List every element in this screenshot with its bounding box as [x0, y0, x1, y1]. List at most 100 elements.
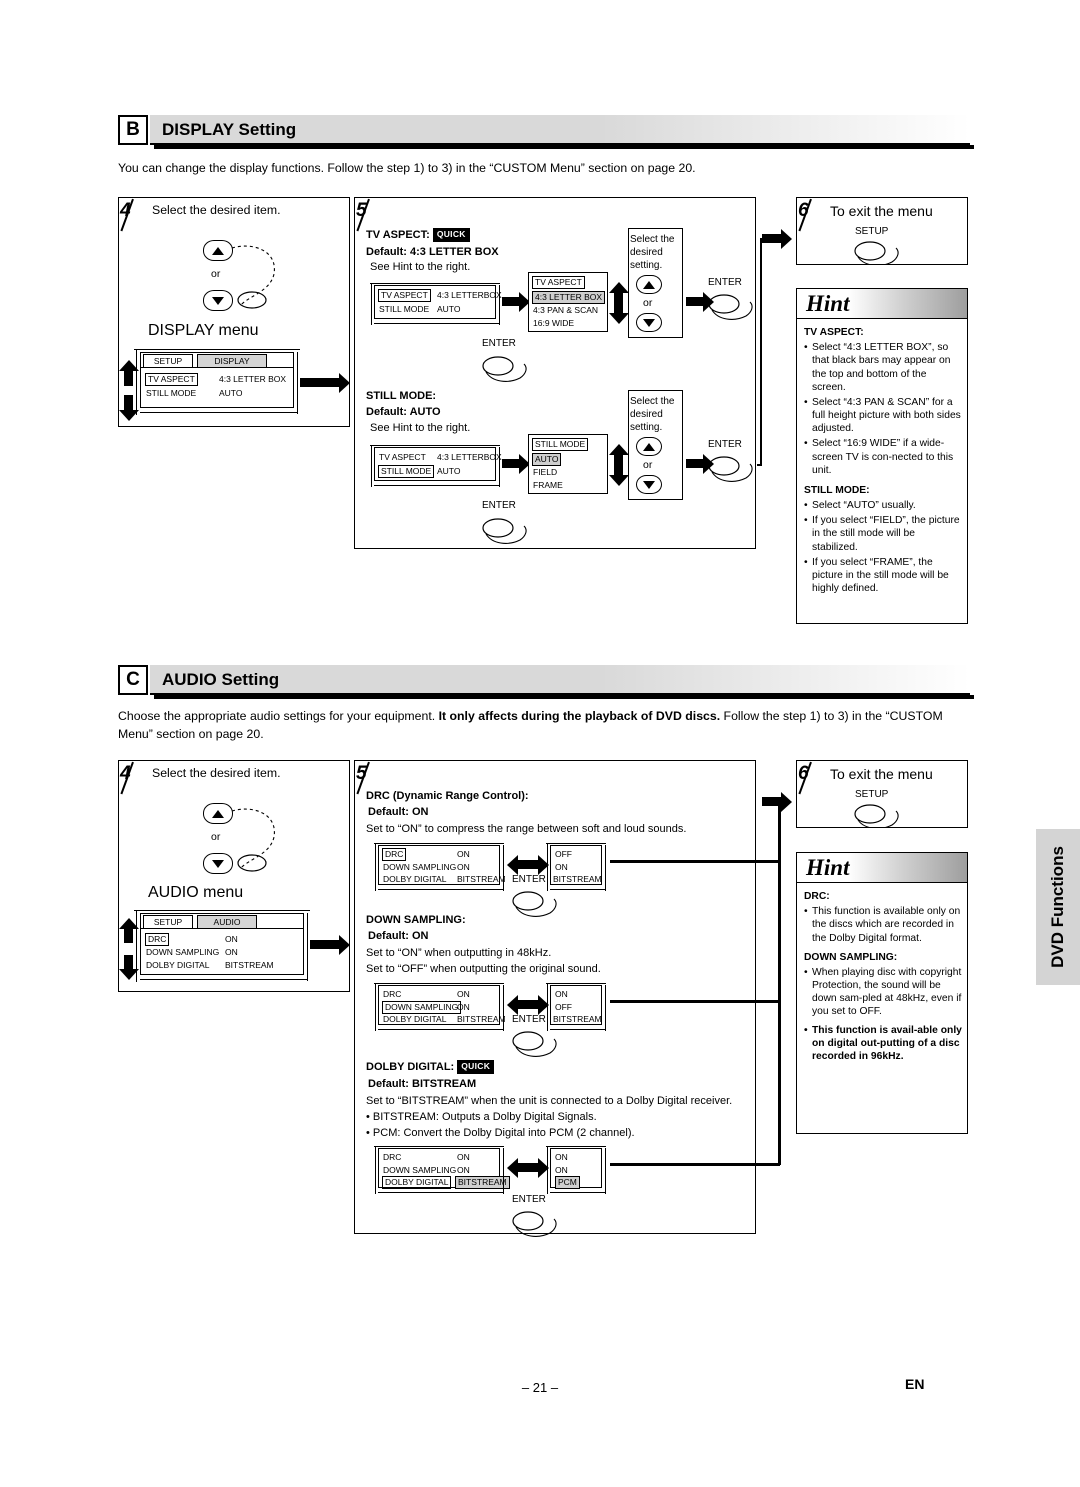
display-item1-select-note: Select the desired setting.	[630, 396, 675, 434]
display-step4-or: or	[211, 268, 221, 280]
quick-badge-dolby-digital: QUICK	[457, 1060, 495, 1074]
display-step5-number: 5	[356, 200, 367, 221]
side-tab-label: DVD Functions	[1048, 846, 1067, 968]
display-item1-arrow-to-options	[502, 453, 530, 474]
audio-connector-2	[610, 1163, 780, 1166]
display-item0-enter-hand[interactable]	[478, 352, 532, 386]
display-osd-row1-name: STILL MODE	[146, 388, 197, 398]
display-item0-osd-row0-name: TV ASPECT	[378, 289, 431, 302]
audio-menu-label: AUDIO menu	[148, 884, 244, 901]
audio-step4-up-button[interactable]	[203, 803, 233, 824]
display-step6-setup-hand[interactable]	[850, 239, 906, 265]
audio-item0-right-row0-value: OFF	[555, 849, 572, 859]
audio-item2-enter-label: ENTER	[512, 1194, 546, 1205]
display-item0-osd-row1-value: AUTO	[437, 304, 461, 314]
audio-arrow-step4-to-5	[310, 934, 350, 955]
display-item0-option2[interactable]: 4:3 PAN & SCAN	[533, 305, 598, 315]
display-item1-option1[interactable]: AUTO	[532, 453, 562, 466]
audio-osd-arrow-up	[118, 918, 139, 943]
display-hint-g0-head: TV ASPECT:	[804, 327, 864, 338]
audio-hint-word: Hint	[806, 855, 850, 880]
audio-step6-setup-hand[interactable]	[850, 802, 906, 828]
audio-item0-enter-label: ENTER	[512, 874, 546, 885]
section-c-title: AUDIO Setting	[162, 670, 280, 689]
display-item0-up-button[interactable]	[636, 275, 662, 294]
display-item1-up-button[interactable]	[636, 437, 662, 456]
audio-item1-desc1: Set to “OFF” when outputting the origina…	[366, 963, 601, 975]
audio-item2-left-row2-name: DOLBY DIGITAL	[382, 1176, 452, 1189]
audio-step6-number: 6	[798, 763, 809, 784]
audio-step4-number: 4	[120, 763, 131, 784]
display-item1-title: STILL MODE:	[366, 390, 437, 402]
display-item0-option1[interactable]: 4:3 LETTER BOX	[532, 291, 606, 304]
audio-item1-left-row0-name: DRC	[383, 989, 402, 999]
display-osd-shadow-bottom	[140, 412, 298, 414]
audio-step4-or: or	[211, 831, 221, 843]
section-c-intro-bold: It only affects during the playback of D…	[438, 709, 721, 723]
display-item0-note: See Hint to the right.	[370, 261, 471, 273]
display-step4-label: Select the desired item.	[152, 203, 281, 217]
display-item1-default: Default: AUTO	[366, 406, 441, 418]
audio-item0-right-row2-value: BITSTREAM	[553, 874, 602, 884]
audio-item1-left-row2-name: DOLBY DIGITAL	[383, 1014, 447, 1024]
display-step4-down-button[interactable]	[203, 290, 233, 311]
display-item0-enter-label: ENTER	[482, 338, 516, 349]
page-language: EN	[905, 1376, 925, 1392]
display-item1-option2[interactable]: FIELD	[533, 467, 557, 477]
audio-item0-left-row2-value: BITSTREAM	[457, 874, 506, 884]
audio-item2-left-row0-value: ON	[457, 1152, 470, 1162]
audio-item2-title-row: DOLBY DIGITAL: QUICK	[366, 1060, 495, 1075]
audio-item0-left-row2-name: DOLBY DIGITAL	[383, 874, 447, 884]
display-osd-screen: SETUP DISPLAY TV ASPECT 4:3 LETTER BOX S…	[140, 352, 294, 408]
audio-item2-desc0: Set to “BITSTREAM” when the unit is conn…	[366, 1095, 733, 1107]
audio-item1-title: DOWN SAMPLING:	[366, 914, 466, 926]
section-b-title: DISPLAY Setting	[162, 120, 297, 139]
audio-item1-left-row2-value: BITSTREAM	[457, 1014, 506, 1024]
display-item0-enter2-hand[interactable]	[704, 290, 758, 326]
display-step4-up-button[interactable]	[203, 240, 233, 261]
audio-item0-enter-hand[interactable]	[508, 888, 562, 920]
audio-hint-body: DRC: This function is available only on …	[804, 887, 962, 1063]
audio-item2-enter-hand[interactable]	[508, 1208, 562, 1240]
display-osd-row0-value: 4:3 LETTER BOX	[219, 374, 287, 384]
display-hint-word: Hint	[806, 291, 850, 316]
display-item1-arrow-to-enter	[686, 453, 714, 474]
display-item1-osd-row0-value: 4:3 LETTERBOX	[437, 452, 502, 462]
audio-item2-osd-left: DRC ON DOWN SAMPLING ON DOLBY DIGITAL BI…	[378, 1148, 510, 1189]
display-item1-option3[interactable]: FRAME	[533, 480, 563, 490]
display-item1-down-button[interactable]	[636, 475, 662, 494]
audio-hint-g1-head: DOWN SAMPLING:	[804, 951, 898, 963]
display-osd-tab-setup: SETUP	[143, 354, 193, 368]
audio-step6-label: To exit the menu	[830, 766, 933, 782]
audio-item1-osd-right: ON OFF BITSTREAM	[550, 985, 602, 1025]
display-item1-enter2-hand[interactable]	[704, 452, 758, 488]
audio-step4-down-button[interactable]	[203, 853, 233, 874]
display-item0-option3[interactable]: 16:9 WIDE	[533, 318, 574, 328]
display-item1-enter-hand[interactable]	[478, 514, 532, 548]
display-item1-osd-row1-value: AUTO	[437, 466, 461, 476]
display-hint-g0-b2: Select “16:9 WIDE” if a wide-screen TV i…	[804, 437, 962, 477]
audio-item1-enter-hand[interactable]	[508, 1028, 562, 1060]
audio-osd-row2-value: BITSTREAM	[225, 960, 274, 970]
display-osd-arrow-down	[118, 395, 139, 421]
audio-item2-left-row1-name: DOWN SAMPLING	[383, 1165, 457, 1175]
section-c-intro: Choose the appropriate audio settings fo…	[118, 708, 970, 744]
display-item1-enter-label: ENTER	[482, 500, 516, 511]
audio-item1-desc0: Set to “ON” when outputting in 48kHz.	[366, 947, 552, 959]
audio-hint-g1-b0: When playing disc with copyright Protect…	[804, 966, 962, 1019]
display-item0-down-button[interactable]	[636, 313, 662, 332]
display-item0-enter2-label: ENTER	[708, 277, 742, 288]
section-b-header: B DISPLAY Setting	[118, 115, 974, 149]
audio-item1-left-row1-value: ON	[457, 1002, 470, 1012]
display-item1-option0: STILL MODE	[532, 438, 589, 451]
audio-osd-arrow-down	[118, 955, 139, 980]
display-item0-option0: TV ASPECT	[532, 276, 585, 289]
display-arrow-step5-to-6	[762, 228, 792, 249]
display-item0-arrow-to-enter	[686, 291, 714, 312]
display-osd-row0-name: TV ASPECT	[145, 373, 198, 386]
audio-item0-osd-left: DRC ON DOWN SAMPLING ON DOLBY DIGITAL BI…	[378, 845, 506, 885]
display-item0-osd-row1-name: STILL MODE	[379, 304, 430, 314]
audio-osd-row2-name: DOLBY DIGITAL	[146, 960, 210, 970]
audio-item1-right-row1-value: OFF	[555, 1002, 572, 1012]
display-item1-osd-before: TV ASPECT 4:3 LETTERBOX STILL MODE AUTO	[374, 447, 502, 481]
